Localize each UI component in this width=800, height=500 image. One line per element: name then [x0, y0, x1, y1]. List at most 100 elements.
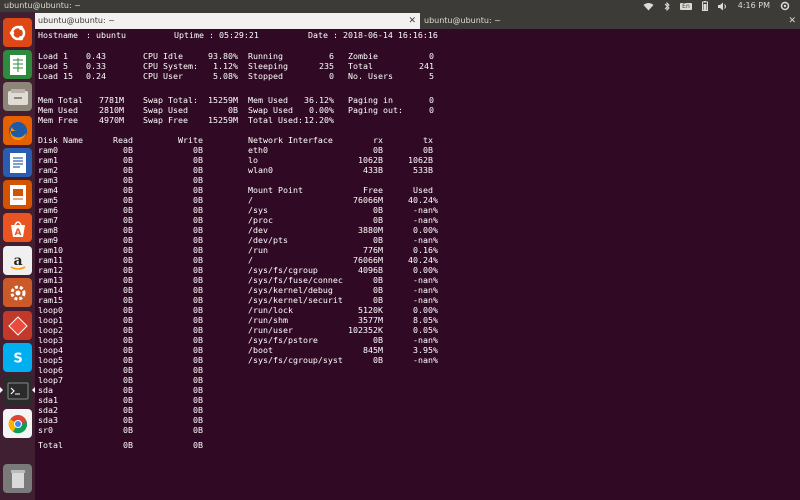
process-extra-value: 5 — [429, 71, 434, 81]
disk-write: 0B — [193, 285, 203, 295]
disk-name: sda1 — [38, 395, 58, 405]
mem-value: 7781M — [99, 95, 124, 105]
disk-name: loop2 — [38, 325, 63, 335]
disk-header-read: Read — [113, 135, 133, 145]
load-label: Load 5 — [38, 61, 68, 71]
net-tx: 533B — [413, 165, 433, 175]
files-icon[interactable] — [3, 82, 32, 111]
keyboard-layout-label: En — [680, 2, 692, 10]
skype-icon[interactable]: S — [3, 343, 32, 372]
swap-value: 15259M — [208, 115, 238, 125]
disk-write: 0B — [193, 405, 203, 415]
cpu-stat-value: 5.08% — [213, 71, 238, 81]
close-icon[interactable]: ✕ — [408, 13, 416, 29]
process-extra-value: 241 — [419, 61, 434, 71]
disk-name: ram8 — [38, 225, 58, 235]
net-interface: wlan0 — [248, 165, 273, 175]
firefox-icon[interactable] — [3, 116, 32, 145]
software-center-icon[interactable]: A — [3, 213, 32, 242]
paging-label: Paging in — [348, 95, 393, 105]
mount-used: -nan% — [413, 295, 438, 305]
system-gear-icon[interactable] — [780, 1, 790, 11]
impress-icon[interactable] — [3, 180, 32, 209]
indicator-area: En 4:16 PM — [643, 0, 800, 12]
close-icon[interactable]: ✕ — [788, 13, 796, 29]
mount-free: 0B — [373, 275, 383, 285]
mount-point: /sys/fs/pstore — [248, 335, 318, 345]
load-label: Load 15 — [38, 71, 73, 81]
disk-name: loop6 — [38, 365, 63, 375]
disk-header-name: Disk Name — [38, 135, 83, 145]
disk-write: 0B — [193, 425, 203, 435]
mount-used: 0.00% — [413, 265, 438, 275]
chrome-icon[interactable] — [3, 409, 32, 438]
mount-used: -nan% — [413, 335, 438, 345]
amazon-icon[interactable]: a — [3, 246, 32, 275]
mount-point: /sys/fs/cgroup/syst — [248, 355, 343, 365]
uptime-value: Uptime : 05:29:21 — [174, 30, 259, 40]
disk-read: 0B — [123, 335, 133, 345]
mem-label: Mem Used — [38, 105, 78, 115]
net-header-tx: tx — [423, 135, 433, 145]
disk-write: 0B — [193, 185, 203, 195]
load-value: 0.24 — [86, 71, 106, 81]
disk-read: 0B — [123, 415, 133, 425]
svg-text:A: A — [14, 228, 21, 238]
disk-name: ram1 — [38, 155, 58, 165]
disk-write: 0B — [193, 145, 203, 155]
settings-icon[interactable] — [3, 278, 32, 307]
disk-name: loop3 — [38, 335, 63, 345]
disk-read: 0B — [123, 285, 133, 295]
disk-write: 0B — [193, 175, 203, 185]
trash-icon[interactable] — [3, 464, 32, 493]
mount-used: -nan% — [413, 285, 438, 295]
disk-read: 0B — [123, 385, 133, 395]
spreadsheet-icon[interactable] — [3, 50, 32, 79]
cpu-stat-value: 93.80% — [208, 51, 238, 61]
usage-value: 36.12% — [304, 95, 334, 105]
mount-used: 8.05% — [413, 315, 438, 325]
volume-icon[interactable] — [717, 2, 728, 11]
disk-read: 0B — [123, 395, 133, 405]
keyboard-layout-indicator[interactable]: En — [680, 2, 692, 10]
bluetooth-icon[interactable] — [664, 1, 670, 11]
mount-free: 3577M — [358, 315, 383, 325]
terminal-output[interactable]: Hostname : ubuntu Uptime : 05:29:21 Date… — [35, 29, 800, 500]
disk-read: 0B — [123, 365, 133, 375]
terminal-icon[interactable] — [3, 376, 32, 405]
cpu-stat-value: 1.12% — [213, 61, 238, 71]
process-value: 0 — [329, 71, 334, 81]
net-tx: 0B — [423, 145, 433, 155]
mount-free: 3880M — [358, 225, 383, 235]
disk-name: sda3 — [38, 415, 58, 425]
mem-value: 2810M — [99, 105, 124, 115]
wifi-icon[interactable] — [643, 2, 654, 11]
disk-read: 0B — [123, 235, 133, 245]
mount-free: 0B — [373, 215, 383, 225]
tab-label: ubuntu@ubuntu: ~ — [38, 16, 115, 25]
disk-write: 0B — [193, 195, 203, 205]
disk-write: 0B — [193, 395, 203, 405]
process-extra-label: Total — [348, 61, 373, 71]
usage-label: Swap Used — [248, 105, 293, 115]
swap-label: Swap Free — [143, 115, 188, 125]
tab-terminal-1[interactable]: ubuntu@ubuntu: ~ ✕ — [35, 13, 420, 29]
paging-value: 0 — [429, 105, 434, 115]
load-label: Load 1 — [38, 51, 68, 61]
mem-value: 4970M — [99, 115, 124, 125]
mount-used: 0.05% — [413, 325, 438, 335]
clock[interactable]: 4:16 PM — [738, 0, 770, 12]
disk-read: 0B — [123, 205, 133, 215]
disk-total-read: 0B — [123, 440, 133, 450]
active-indicator — [0, 387, 3, 393]
battery-icon[interactable] — [701, 1, 708, 11]
tab-terminal-2[interactable]: ubuntu@ubuntu: ~ ✕ — [421, 13, 800, 29]
disk-name: ram15 — [38, 295, 63, 305]
mount-used: -nan% — [413, 355, 438, 365]
net-rx: 1062B — [358, 155, 383, 165]
mount-used: 3.95% — [413, 345, 438, 355]
updater-icon[interactable] — [3, 311, 32, 340]
writer-icon[interactable] — [3, 148, 32, 177]
ubuntu-logo-icon[interactable] — [3, 18, 32, 47]
disk-write: 0B — [193, 225, 203, 235]
